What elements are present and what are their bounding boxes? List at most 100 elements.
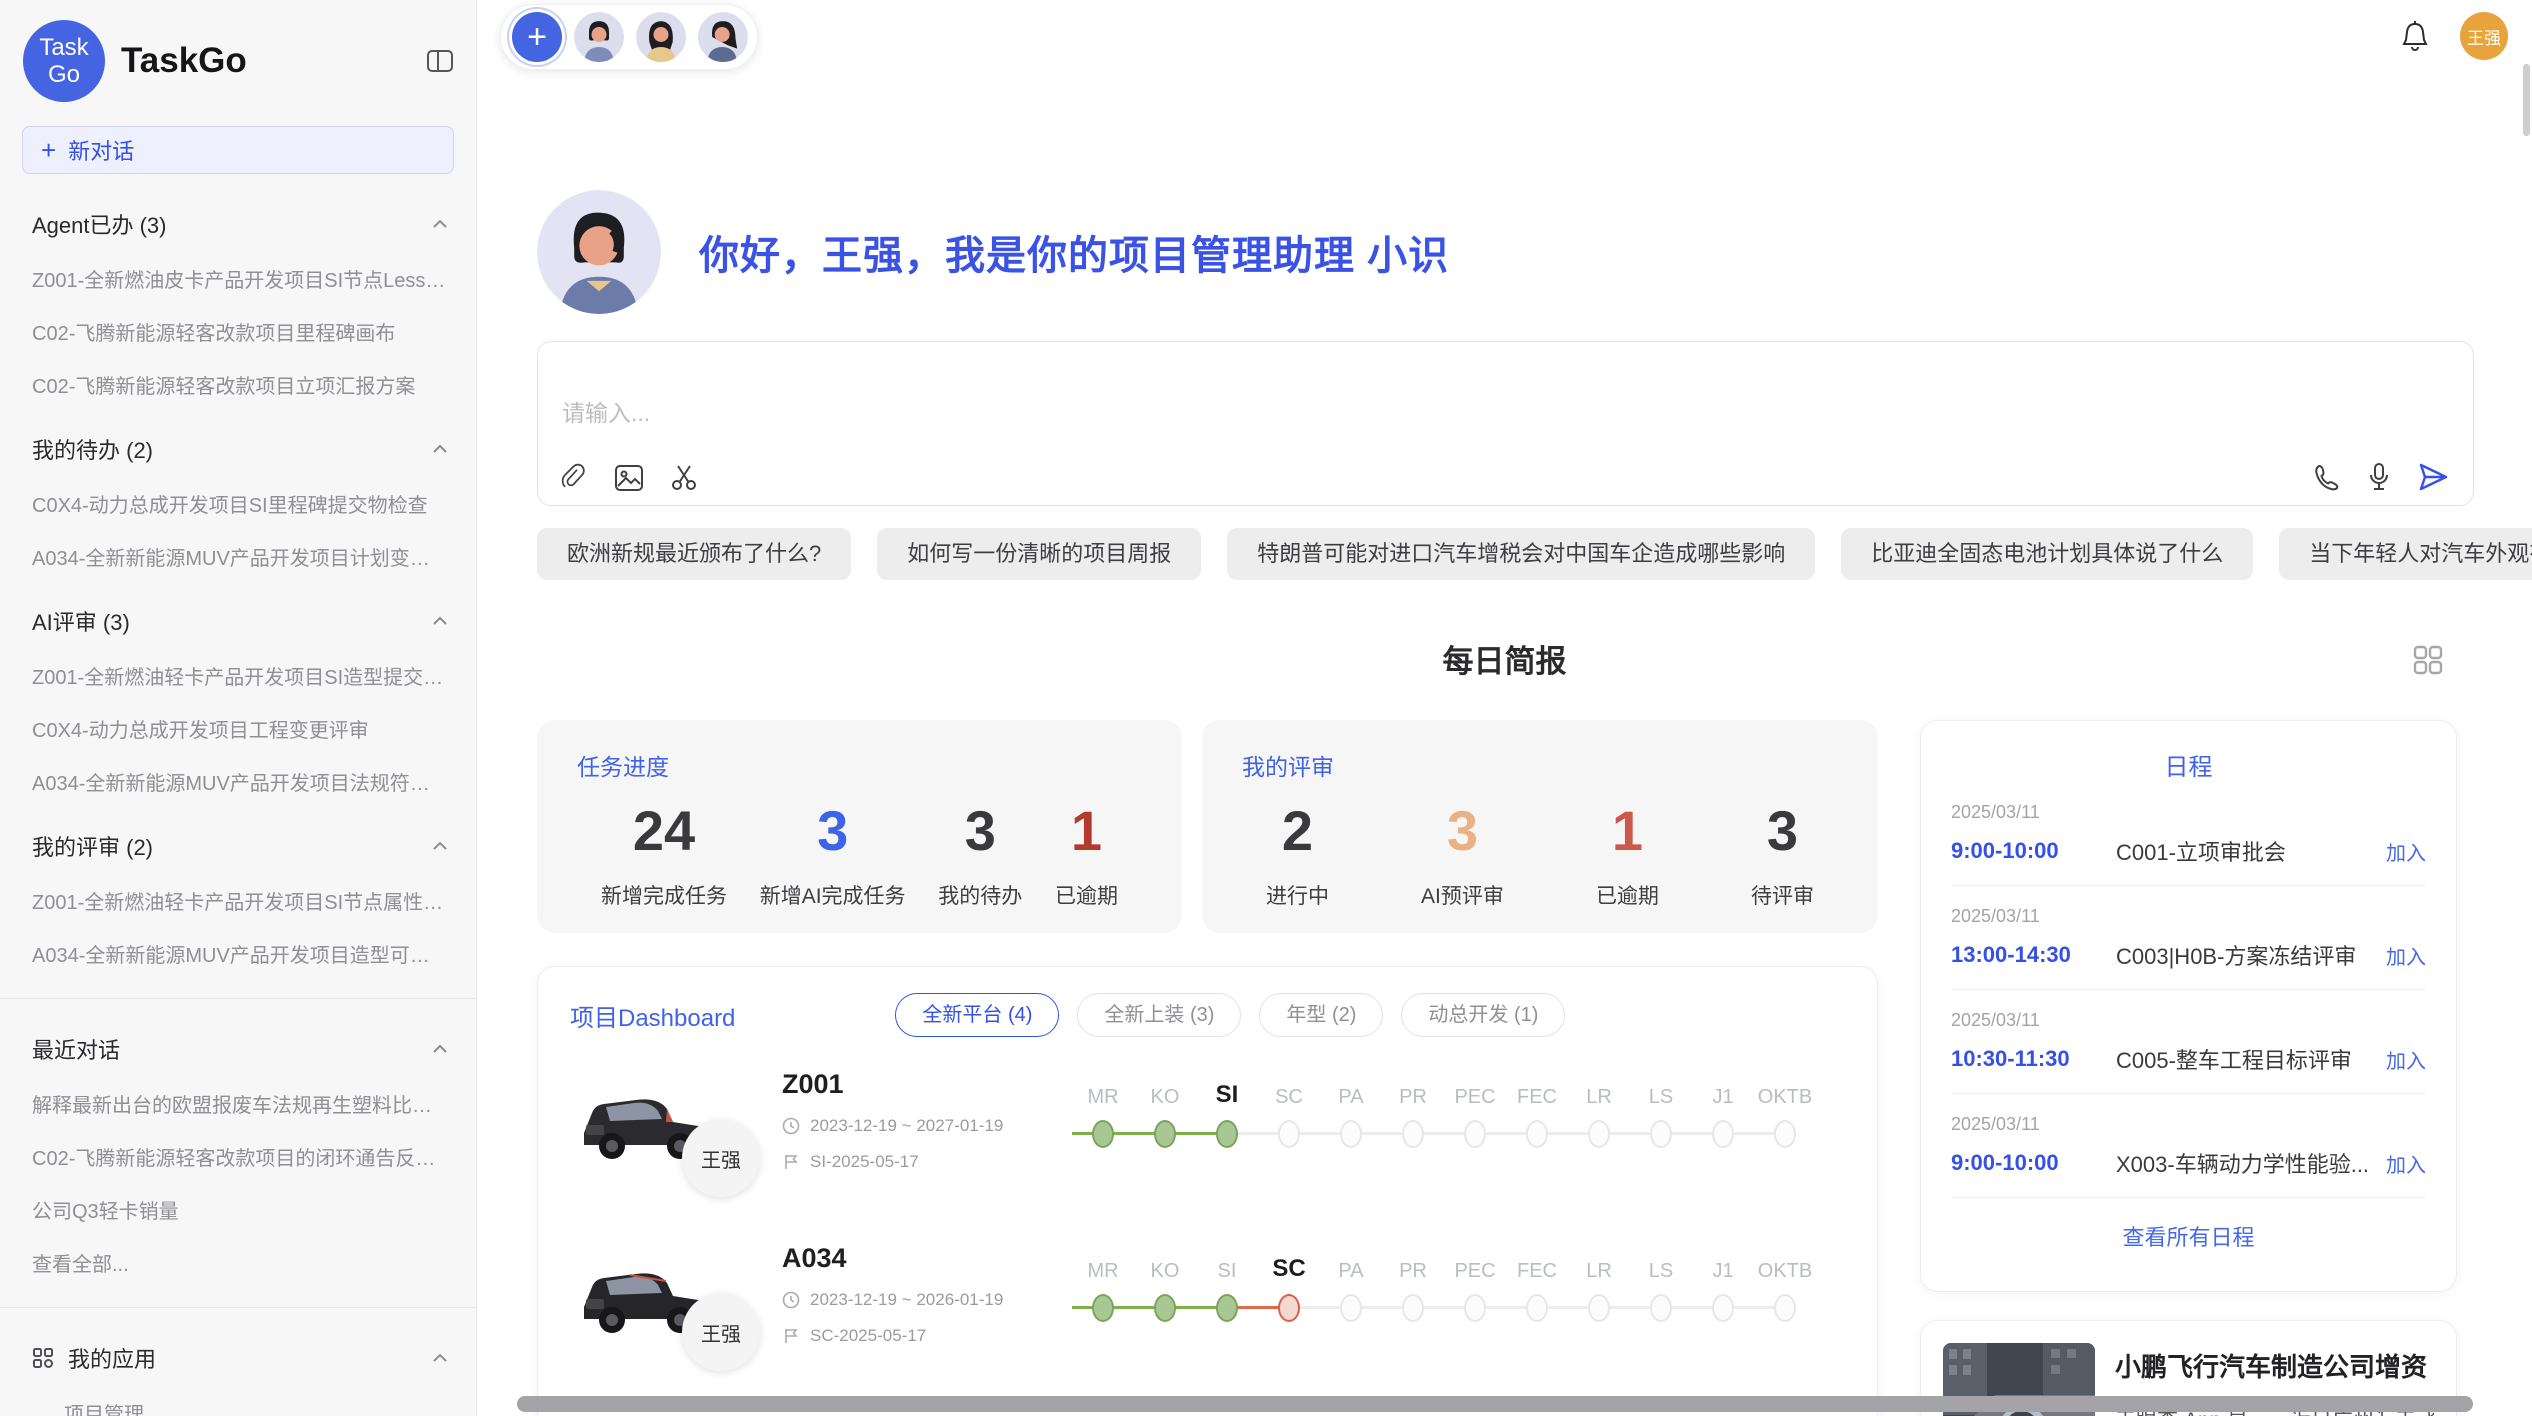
new-chat-label: 新对话 [68, 134, 134, 166]
chat-input[interactable] [562, 400, 1762, 427]
schedule-time: 9:00-10:00 [1951, 838, 2116, 864]
milestone-node [1712, 1120, 1734, 1148]
recent-chat-item[interactable]: C02-飞腾新能源轻客改款项目的闭环通告反馈情况 [0, 1142, 476, 1171]
scissors-icon[interactable] [670, 463, 700, 493]
milestone-node [1402, 1294, 1424, 1322]
sidebar-task-item[interactable]: A034-全新新能源MUV产品开发项目法规符合性评审 [0, 767, 476, 796]
join-link[interactable]: 加入 [2386, 1149, 2426, 1178]
dashboard-tab[interactable]: 全新上装 (3) [1077, 993, 1241, 1037]
section-heading[interactable]: AI评审 (3) [0, 605, 476, 637]
milestone-node [1154, 1120, 1176, 1148]
recent-chat-item[interactable]: 查看全部... [0, 1248, 476, 1277]
notification-bell-icon[interactable] [2400, 20, 2430, 52]
dashboard-tab[interactable]: 全新平台 (4) [895, 993, 1059, 1037]
stat-value: 3 [938, 796, 1022, 866]
sidebar-section-my-apps: 我的应用 项目管理产品管理变更管理查看全部... [0, 1342, 476, 1416]
recent-chat-item[interactable]: 解释最新出台的欧盟报废车法规再生塑料比例被调至15%... [0, 1089, 476, 1118]
suggestion-chip[interactable]: 如何写一份清晰的项目周报 [877, 528, 1201, 580]
milestone: PEC [1444, 1249, 1506, 1381]
milestone-label: PR [1399, 1249, 1427, 1283]
stat-item: 3 我的待办 [938, 796, 1022, 910]
chevron-up-icon[interactable] [432, 1353, 448, 1363]
layout-grid-icon[interactable] [2412, 644, 2444, 676]
suggestion-chips: 欧洲新规最近颁布了什么? 如何写一份清晰的项目周报特朗普可能对进口汽车增税会对中国… [537, 528, 2497, 580]
milestone-label: MR [1087, 1075, 1118, 1109]
stat-label: 已逾期 [1055, 880, 1118, 910]
image-upload-icon[interactable] [614, 464, 644, 492]
sidebar-task-item[interactable]: Z001-全新燃油轻卡产品开发项目SI造型提交物评审 [0, 661, 476, 690]
milestone-label: SI [1218, 1249, 1237, 1283]
stat-label: 进行中 [1266, 880, 1329, 910]
join-link[interactable]: 加入 [2386, 941, 2426, 970]
schedule-event-name: C005-整车工程目标评审 [2116, 1043, 2372, 1075]
sidebar-task-item[interactable]: C0X4-动力总成开发项目工程变更评审 [0, 714, 476, 743]
vertical-scrollbar[interactable] [2523, 64, 2530, 136]
section-heading[interactable]: 最近对话 [0, 1033, 476, 1065]
sidebar-task-item[interactable]: Z001-全新燃油皮卡产品开发项目SI节点Lesson Learn报告 [0, 264, 476, 293]
add-agent-button[interactable]: + [512, 12, 562, 62]
stat-item: 1 已逾期 [1596, 796, 1659, 910]
suggestion-chip[interactable]: 比亚迪全固态电池计划具体说了什么 [1841, 528, 2253, 580]
suggestion-chip[interactable]: 欧洲新规最近颁布了什么? [537, 528, 851, 580]
view-all-schedule-link[interactable]: 查看所有日程 [1951, 1220, 2426, 1252]
project-dates: 2023-12-19 ~ 2026-01-19 [782, 1290, 1032, 1310]
stat-label: 待评审 [1751, 880, 1814, 910]
chevron-up-icon[interactable] [432, 841, 448, 851]
attachment-icon[interactable] [560, 463, 588, 493]
suggestion-chip[interactable]: 特朗普可能对进口汽车增税会对中国车企造成哪些影响 [1227, 528, 1815, 580]
milestone-node [1402, 1120, 1424, 1148]
card-title: 任务进度 [577, 748, 1142, 782]
dashboard-tab[interactable]: 年型 (2) [1259, 993, 1383, 1037]
horizontal-scrollbar[interactable] [517, 1396, 2473, 1412]
chevron-up-icon[interactable] [432, 1044, 448, 1054]
milestone-label: MR [1087, 1249, 1118, 1283]
milestone-node [1278, 1120, 1300, 1148]
milestone-node [1526, 1120, 1548, 1148]
voice-call-icon[interactable] [2313, 463, 2341, 491]
join-link[interactable]: 加入 [2386, 837, 2426, 866]
agent-avatar-2[interactable] [636, 12, 686, 62]
chevron-up-icon[interactable] [432, 616, 448, 626]
milestone: PA [1320, 1075, 1382, 1207]
join-link[interactable]: 加入 [2386, 1045, 2426, 1074]
microphone-icon[interactable] [2367, 462, 2391, 492]
sidebar-collapse-icon[interactable] [426, 48, 454, 74]
send-icon[interactable] [2417, 461, 2449, 493]
agent-avatar-1[interactable] [574, 12, 624, 62]
apps-grid-icon [32, 1347, 54, 1369]
stat-item: 3 AI预评审 [1421, 796, 1504, 910]
chevron-up-icon[interactable] [432, 219, 448, 229]
user-avatar[interactable]: 王强 [2460, 12, 2508, 60]
logo-text-bottom: Go [48, 61, 80, 88]
milestone: PEC [1444, 1075, 1506, 1207]
sidebar-task-item[interactable]: C02-飞腾新能源轻客改款项目里程碑画布 [0, 317, 476, 346]
my-review-card: 我的评审 2 进行中 3 AI预评审 1 已逾期 3 待评审 [1202, 720, 1878, 933]
agent-avatar-3[interactable] [698, 12, 748, 62]
milestone-node [1774, 1120, 1796, 1148]
sidebar-task-item[interactable]: Z001-全新燃油轻卡产品开发项目SI节点属性5D文件评审 [0, 886, 476, 915]
suggestion-chip[interactable]: 当下年轻人对汽车外观有怎样的喜好趋势 [2279, 528, 2532, 580]
stat-label: 我的待办 [938, 880, 1022, 910]
task-progress-card: 任务进度 24 新增完成任务 3 新增AI完成任务 3 我的待办 1 已逾期 [537, 720, 1182, 933]
sidebar-task-item[interactable]: C0X4-动力总成开发项目SI里程碑提交物检查 [0, 489, 476, 518]
section-heading[interactable]: Agent已办 (3) [0, 208, 476, 240]
milestone: PA [1320, 1249, 1382, 1381]
dashboard-tab[interactable]: 动总开发 (1) [1401, 993, 1565, 1037]
schedule-time: 13:00-14:30 [1951, 942, 2116, 968]
section-heading[interactable]: 我的评审 (2) [0, 830, 476, 862]
recent-chat-item[interactable]: 公司Q3轻卡销量 [0, 1195, 476, 1224]
milestone: SI [1196, 1249, 1258, 1381]
project-row-a034: 王强 A034 2023-12-19 ~ 2026-01-19 SC-2025-… [570, 1241, 1845, 1381]
my-apps-heading[interactable]: 我的应用 [0, 1342, 476, 1374]
schedule-time: 10:30-11:30 [1951, 1046, 2116, 1072]
milestone-label: PR [1399, 1075, 1427, 1109]
sidebar-task-item[interactable]: A034-全新新能源MUV产品开发项目造型可行性评审 [0, 939, 476, 968]
section-heading[interactable]: 我的待办 (2) [0, 433, 476, 465]
sidebar-task-item[interactable]: C02-飞腾新能源轻客改款项目立项汇报方案 [0, 370, 476, 399]
sidebar-task-item[interactable]: A034-全新新能源MUV产品开发项目计划变更表编写 [0, 542, 476, 571]
new-chat-button[interactable]: + 新对话 [22, 126, 454, 174]
milestone: LS [1630, 1075, 1692, 1207]
project-next-milestone: SC-2025-05-17 [782, 1326, 1032, 1346]
chevron-up-icon[interactable] [432, 444, 448, 454]
app-link-item[interactable]: 项目管理 [0, 1398, 476, 1416]
